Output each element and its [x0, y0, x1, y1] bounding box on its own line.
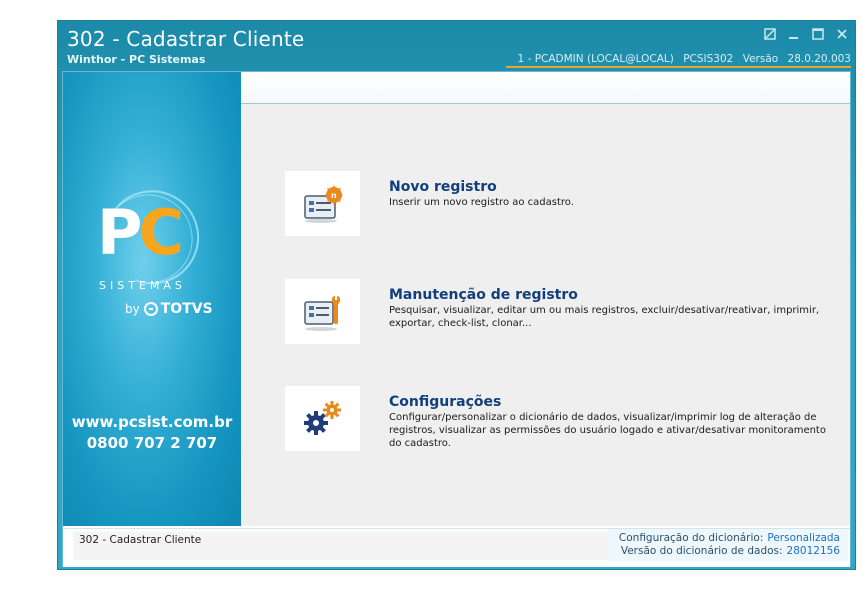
option-title: Manutenção de registro	[389, 287, 578, 303]
phone-text: 0800 707 2 707	[86, 434, 218, 452]
dict-config-label: Configuração do dicionário:	[618, 532, 764, 544]
new-record-icon: n	[285, 171, 360, 236]
session-version: 28.0.20.003	[787, 53, 851, 65]
website-text: www.pcsist.com.br	[71, 413, 233, 431]
options-panel: n Novo registro Inserir um novo registro…	[241, 104, 850, 526]
session-user: 1 - PCADMIN (LOCAL@LOCAL)	[517, 53, 674, 65]
option-new-record[interactable]: n Novo registro Inserir um novo registro…	[285, 171, 829, 236]
pc-logo: PC	[97, 202, 184, 264]
option-title: Novo registro	[389, 179, 497, 195]
window-controls	[763, 27, 849, 41]
option-description: Pesquisar, visualizar, editar um ou mais…	[389, 305, 820, 329]
session-program: PCSIS302	[683, 53, 734, 65]
client-area: PC SISTEMAS by TOTVS www.pcsist.com.br 0…	[62, 71, 851, 567]
dict-config-value[interactable]: Personalizada	[767, 532, 840, 544]
restore-icon[interactable]	[763, 27, 777, 41]
minimize-icon[interactable]	[787, 27, 801, 41]
status-text: 302 - Cadastrar Cliente	[73, 532, 607, 560]
option-title: Configurações	[389, 394, 502, 410]
window-title: 302 - Cadastrar Cliente	[67, 27, 305, 51]
app-window: 302 - Cadastrar Cliente Winthor - PC Sis…	[57, 20, 856, 570]
totvs-label: TOTVS	[160, 301, 213, 317]
by-label: by	[125, 302, 140, 316]
option-maintenance[interactable]: Manutenção de registro Pesquisar, visual…	[285, 279, 829, 344]
window-subtitle: Winthor - PC Sistemas	[67, 53, 206, 66]
session-info: 1 - PCADMIN (LOCAL@LOCAL) PCSIS302 Versã…	[505, 53, 851, 68]
close-icon[interactable]	[835, 27, 849, 41]
status-bar: 302 - Cadastrar Cliente Configuração do …	[63, 528, 850, 567]
svg-text:n: n	[331, 191, 337, 200]
totvs-brand: TOTVS	[143, 301, 213, 317]
session-version-label: Versão	[742, 53, 779, 65]
dict-version-label: Versão do dicionário de dados:	[620, 545, 783, 557]
dictionary-info: Configuração do dicionário: Personalizada…	[607, 529, 848, 561]
option-settings[interactable]: Configurações Configurar/personalizar o …	[285, 386, 829, 451]
option-description: Inserir um novo registro ao cadastro.	[389, 197, 574, 208]
option-description: Configurar/personalizar o dicionário de …	[389, 412, 826, 449]
maximize-icon[interactable]	[811, 27, 825, 41]
dict-version-value: 28012156	[786, 545, 840, 557]
content-header	[241, 72, 850, 104]
totvs-logo-icon	[143, 302, 158, 316]
logo-letter-c: C	[138, 196, 183, 269]
by-totvs: by TOTVS	[125, 301, 213, 317]
maintenance-icon	[285, 279, 360, 344]
brand-sidebar: PC SISTEMAS by TOTVS www.pcsist.com.br 0…	[63, 72, 241, 526]
logo-letter-p: P	[97, 196, 142, 269]
logo-subtitle: SISTEMAS	[99, 279, 186, 292]
settings-gears-icon	[285, 386, 360, 451]
